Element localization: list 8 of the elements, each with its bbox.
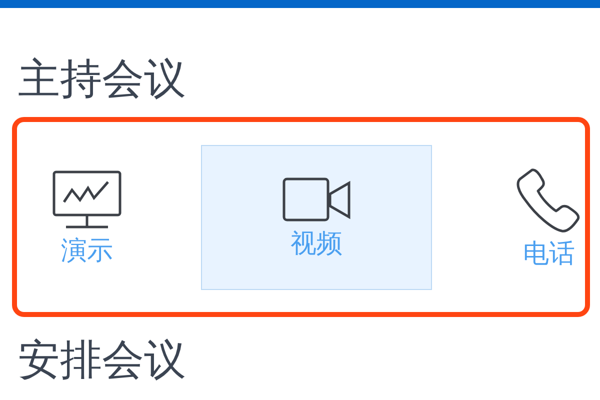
phone-icon [516, 167, 582, 233]
monitor-chart-icon [52, 170, 122, 230]
section-title: 安排会议 [17, 339, 187, 381]
meeting-option[interactable]: 电话 [513, 144, 585, 290]
meeting-option[interactable]: 视频 [201, 144, 432, 290]
section-title: 主持会议 [17, 58, 187, 100]
video-camera-icon [282, 177, 352, 223]
meeting-option[interactable]: 演示 [17, 144, 157, 290]
